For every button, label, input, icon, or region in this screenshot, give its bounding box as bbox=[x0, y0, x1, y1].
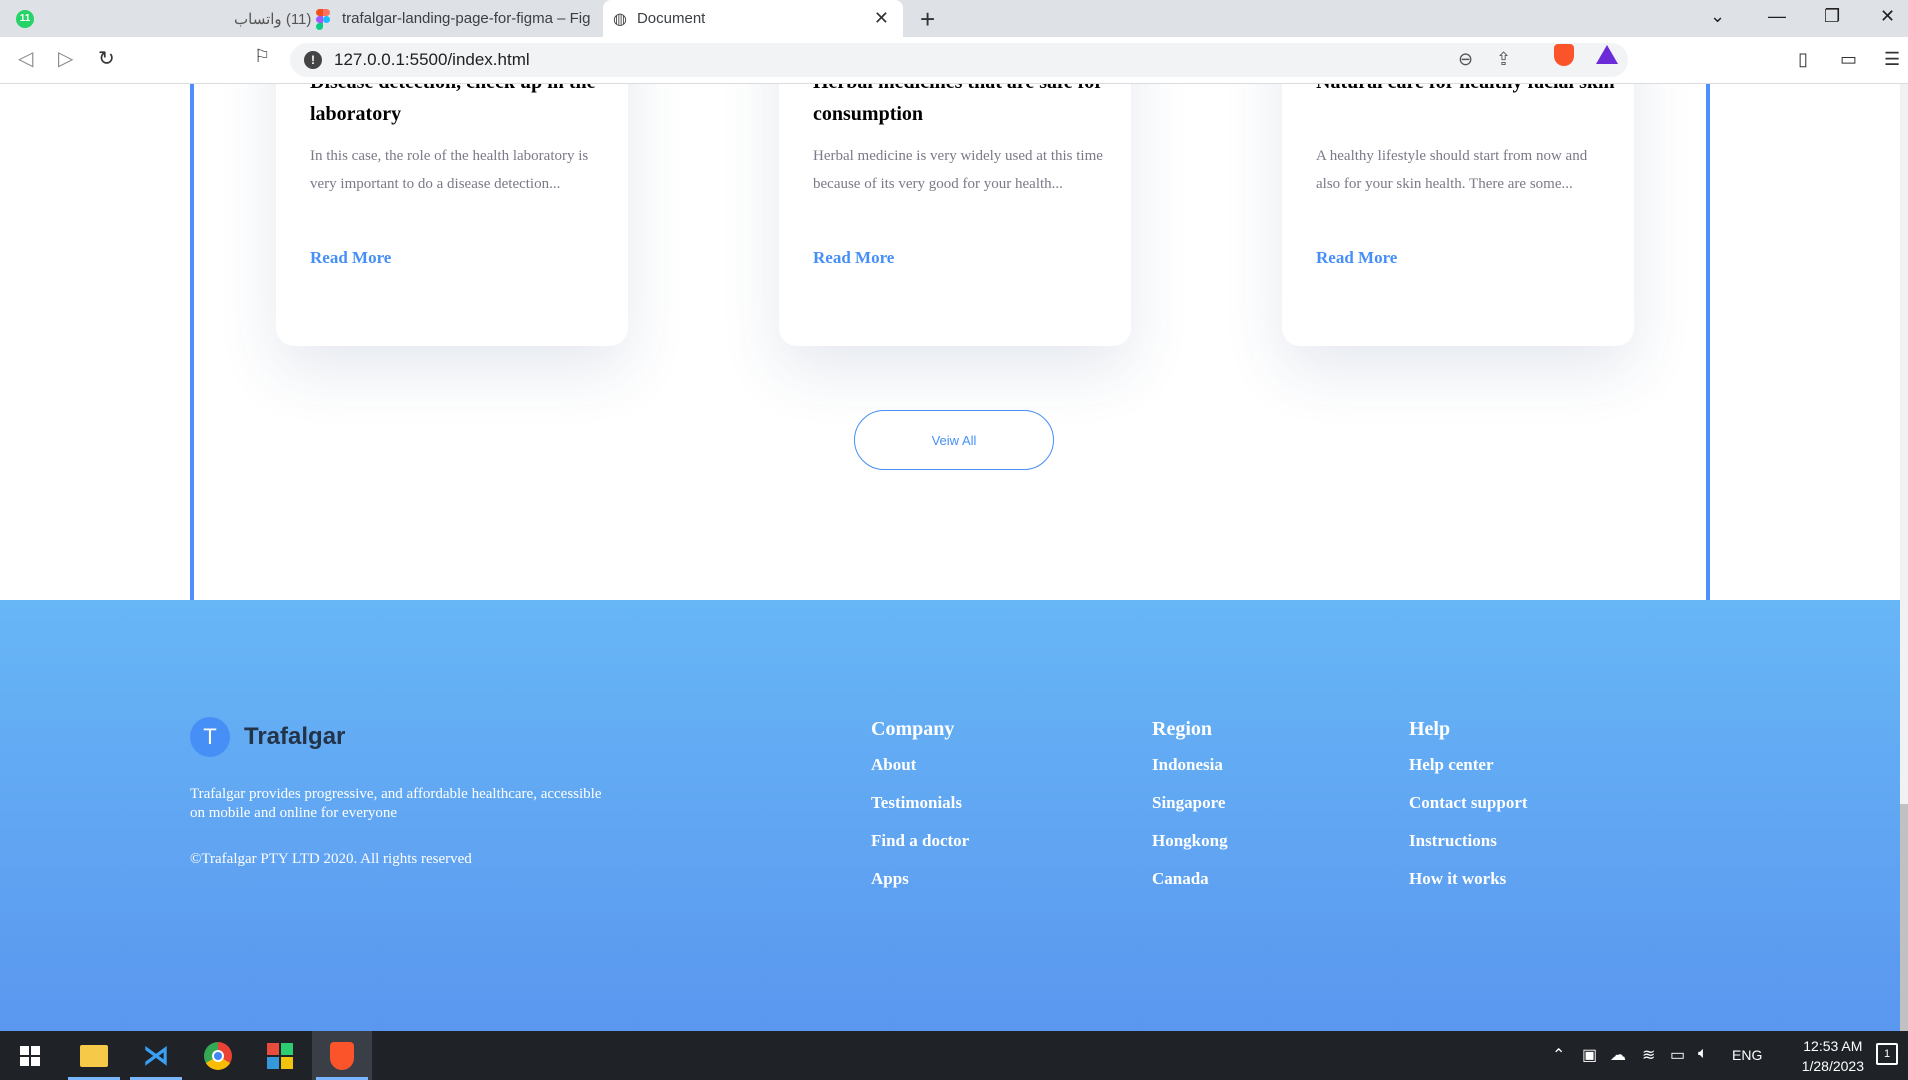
footer-link[interactable]: Canada bbox=[1152, 869, 1228, 907]
logo-icon: T bbox=[190, 717, 230, 757]
taskbar-app-tiles[interactable] bbox=[250, 1031, 310, 1080]
show-hidden-icons-chevron-icon[interactable]: ⌃ bbox=[1552, 1045, 1565, 1065]
column-heading: Region bbox=[1152, 718, 1212, 740]
sidebar-icon[interactable]: ▯ bbox=[1798, 49, 1808, 70]
article-title: Disease detection, check up in the labor… bbox=[310, 84, 596, 125]
notification-center-icon[interactable]: 1 bbox=[1876, 1043, 1898, 1065]
footer-link[interactable]: How it works bbox=[1409, 869, 1528, 907]
screen: 11 (11) واتساب trafalgar-landing-page-fo… bbox=[0, 0, 1908, 1080]
start-button[interactable] bbox=[0, 1031, 60, 1080]
share-icon[interactable]: ⇪ bbox=[1496, 49, 1511, 70]
column-heading: Help bbox=[1409, 718, 1451, 740]
whatsapp-badge-icon: 11 bbox=[16, 9, 34, 28]
windows-logo-icon bbox=[20, 1045, 40, 1066]
onedrive-cloud-icon[interactable]: ☁ bbox=[1610, 1045, 1626, 1065]
footer-column-region: Region Indonesia Singapore Hongkong Cana… bbox=[1152, 718, 1228, 907]
restore-icon[interactable]: ❐ bbox=[1824, 6, 1840, 27]
browser-tab-bar: 11 (11) واتساب trafalgar-landing-page-fo… bbox=[0, 0, 1908, 37]
article-text: A healthy lifestyle should start from no… bbox=[1316, 148, 1588, 192]
chrome-icon bbox=[204, 1041, 232, 1070]
clock-date: 1/28/2023 bbox=[1801, 1058, 1864, 1074]
copyright-text: ©Trafalgar PTY LTD 2020. All rights rese… bbox=[190, 851, 472, 867]
clock-time: 12:53 AM bbox=[1803, 1038, 1863, 1054]
footer-link[interactable]: Help center bbox=[1409, 755, 1528, 793]
column-heading: Company bbox=[871, 718, 955, 740]
url-text[interactable]: 127.0.0.1:5500/index.html bbox=[334, 50, 530, 70]
meet-now-icon[interactable]: ▣ bbox=[1582, 1045, 1597, 1065]
footer-link[interactable]: Instructions bbox=[1409, 831, 1528, 869]
minimize-icon[interactable]: — bbox=[1768, 6, 1786, 27]
articles-section: Disease detection, check up in the labor… bbox=[190, 84, 1710, 681]
close-window-icon[interactable]: ✕ bbox=[1880, 6, 1895, 27]
article-card: Herbal medicines that are safe for consu… bbox=[779, 84, 1131, 346]
tab-figma-label: trafalgar-landing-page-for-figma – Fig bbox=[342, 10, 591, 27]
tab-document[interactable]: ◍ Document ✕ bbox=[603, 0, 903, 37]
page-viewport: Disease detection, check up in the labor… bbox=[0, 84, 1908, 1031]
footer-link[interactable]: Testimonials bbox=[871, 793, 969, 831]
read-more-link[interactable]: Read More bbox=[813, 248, 894, 268]
footer-column-company: Company About Testimonials Find a doctor… bbox=[871, 718, 969, 907]
article-card: Natural care for healthy facial skin A h… bbox=[1282, 84, 1634, 346]
taskbar-brave[interactable] bbox=[312, 1031, 372, 1080]
page-scrollbar[interactable] bbox=[1900, 84, 1908, 1080]
brave-shields-icon[interactable] bbox=[1554, 44, 1574, 66]
read-more-link[interactable]: Read More bbox=[310, 248, 391, 268]
app-tiles-icon bbox=[267, 1042, 293, 1069]
close-icon[interactable]: ✕ bbox=[874, 8, 889, 29]
reload-icon[interactable]: ↻ bbox=[98, 46, 115, 71]
taskbar-clock[interactable]: 12:53 AM 1/28/2023 bbox=[1802, 1036, 1864, 1076]
article-text: Herbal medicine is very widely used at t… bbox=[813, 148, 1103, 192]
footer-link[interactable]: Hongkong bbox=[1152, 831, 1228, 869]
footer-column-help: Help Help center Contact support Instruc… bbox=[1409, 718, 1528, 907]
footer-link[interactable]: Contact support bbox=[1409, 793, 1528, 831]
article-text: In this case, the role of the health lab… bbox=[310, 148, 589, 192]
taskbar-chrome[interactable] bbox=[188, 1031, 248, 1080]
article-card: Disease detection, check up in the labor… bbox=[276, 84, 628, 346]
site-info-icon[interactable]: ! bbox=[304, 51, 322, 69]
wallet-icon[interactable]: ▭ bbox=[1840, 49, 1857, 70]
back-icon[interactable]: ◁ bbox=[18, 46, 33, 71]
footer-logo[interactable]: T Trafalgar bbox=[190, 717, 345, 757]
footer-link[interactable]: Indonesia bbox=[1152, 755, 1228, 793]
volume-icon[interactable]: 🔈︎ bbox=[1698, 1045, 1708, 1063]
tab-search-chevron-icon[interactable]: ⌄ bbox=[1710, 6, 1725, 27]
article-title: Herbal medicines that are safe for consu… bbox=[813, 84, 1103, 125]
brand-name: Trafalgar bbox=[244, 723, 346, 750]
tab-whatsapp-label: (11) واتساب bbox=[234, 10, 312, 28]
address-bar[interactable]: ! 127.0.0.1:5500/index.html ⊖ ⇪ bbox=[290, 43, 1628, 77]
brave-rewards-icon[interactable] bbox=[1596, 45, 1618, 64]
bookmark-icon[interactable]: ⚐ bbox=[254, 46, 270, 67]
view-all-button[interactable]: Veiw All bbox=[854, 410, 1054, 470]
language-indicator[interactable]: ENG bbox=[1732, 1047, 1762, 1063]
tab-whatsapp[interactable]: 11 (11) واتساب bbox=[10, 0, 312, 37]
forward-icon[interactable]: ▷ bbox=[58, 46, 73, 71]
article-title: Natural care for healthy facial skin bbox=[1316, 84, 1616, 98]
menu-icon[interactable]: ☰ bbox=[1884, 49, 1900, 70]
taskbar-vscode[interactable]: ⋊ bbox=[126, 1031, 186, 1080]
zoom-icon[interactable]: ⊖ bbox=[1458, 49, 1473, 70]
tab-document-label: Document bbox=[636, 10, 706, 27]
figma-icon bbox=[316, 8, 330, 30]
globe-icon: ◍ bbox=[613, 10, 627, 28]
vscode-icon: ⋊ bbox=[143, 1040, 169, 1070]
read-more-link[interactable]: Read More bbox=[1316, 248, 1397, 268]
brave-icon bbox=[330, 1041, 354, 1070]
footer-link[interactable]: Apps bbox=[871, 869, 969, 907]
footer-description: Trafalgar provides progressive, and affo… bbox=[190, 786, 602, 821]
new-tab-plus-icon[interactable]: + bbox=[920, 4, 935, 35]
battery-icon[interactable]: ▭ bbox=[1670, 1045, 1685, 1065]
footer-link[interactable]: About bbox=[871, 755, 969, 793]
tab-figma[interactable]: trafalgar-landing-page-for-figma – Fig bbox=[312, 0, 602, 37]
footer-link[interactable]: Find a doctor bbox=[871, 831, 969, 869]
folder-icon bbox=[80, 1044, 108, 1067]
footer-link[interactable]: Singapore bbox=[1152, 793, 1228, 831]
browser-toolbar: ◁ ▷ ↻ ⚐ ! 127.0.0.1:5500/index.html ⊖ ⇪ … bbox=[0, 37, 1908, 84]
footer: T Trafalgar Trafalgar provides progressi… bbox=[0, 600, 1908, 1031]
taskbar-file-explorer[interactable] bbox=[64, 1031, 124, 1080]
windows-taskbar: ⋊ ⌃ ▣ ☁ ≋ ▭ 🔈︎ ENG 12:53 AM 1/28/2023 1 bbox=[0, 1031, 1908, 1080]
wifi-icon[interactable]: ≋ bbox=[1642, 1045, 1655, 1065]
